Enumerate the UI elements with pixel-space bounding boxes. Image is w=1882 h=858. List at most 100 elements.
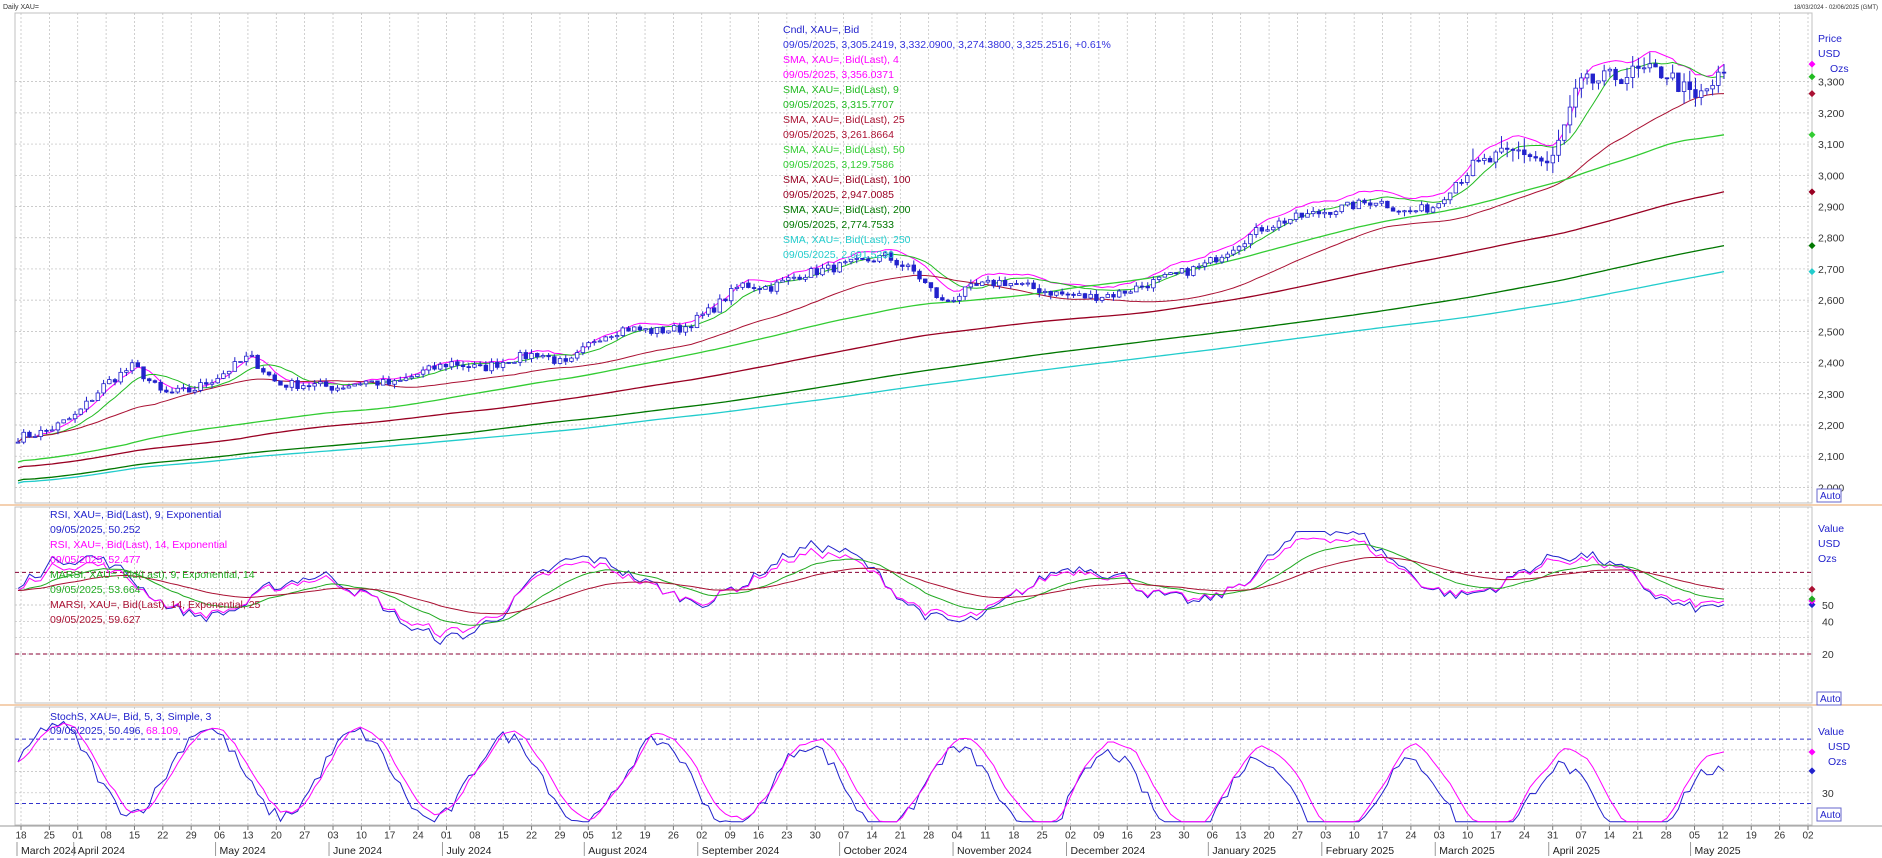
- candle-body: [1350, 201, 1356, 210]
- candle-body: [820, 267, 825, 276]
- candle-body: [1584, 73, 1590, 79]
- candle-body: [312, 383, 317, 387]
- x-tick-label: 24: [1405, 831, 1417, 842]
- candle-body: [746, 282, 751, 288]
- candle-body: [67, 418, 72, 421]
- price-auto-button[interactable]: Auto: [1816, 488, 1842, 503]
- candle-body: [1031, 282, 1036, 289]
- candle-body: [1693, 89, 1698, 98]
- candle-body: [1042, 290, 1048, 293]
- candle-body: [1567, 106, 1573, 126]
- candle-body: [1276, 220, 1282, 228]
- candle-body: [1156, 276, 1162, 280]
- candle-body: [1328, 211, 1333, 215]
- candle-body: [1293, 212, 1299, 220]
- candle-body: [1641, 67, 1647, 70]
- candle-body: [32, 436, 38, 438]
- candle-body: [244, 355, 249, 362]
- candle-body: [1122, 290, 1128, 294]
- candle-body: [1698, 90, 1704, 98]
- candle-body: [1054, 291, 1059, 296]
- x-tick-label: 01: [72, 831, 84, 842]
- rsi-axis-header: Value USD Ozs: [1818, 523, 1844, 565]
- candle-body: [911, 264, 916, 272]
- candle-body: [1436, 203, 1441, 209]
- candle-body: [934, 287, 939, 298]
- candle-body: [101, 383, 106, 394]
- candle-body: [1179, 268, 1185, 274]
- x-tick-label: 08: [469, 831, 481, 842]
- x-tick-label: 17: [1490, 831, 1502, 842]
- candle-body: [546, 355, 551, 358]
- chart-canvas[interactable]: Daily XAU= 18/03/2024 - 02/06/2025 (GMT)…: [0, 0, 1882, 858]
- x-tick-label: 03: [327, 831, 339, 842]
- x-tick-label: 25: [44, 831, 56, 842]
- candle-body: [683, 326, 688, 333]
- candle-body: [352, 383, 357, 387]
- candle-body: [592, 341, 597, 344]
- candle-body: [1419, 204, 1424, 212]
- x-tick-label: 18: [15, 831, 27, 842]
- candle-body: [523, 352, 529, 359]
- stoch-auto-button[interactable]: Auto: [1816, 807, 1842, 822]
- candle-body: [808, 268, 814, 278]
- x-tick-label: 29: [554, 831, 566, 842]
- x-month-label: March 2025: [1439, 845, 1495, 857]
- legend-title: SMA, XAU=, Bid(Last), 250: [783, 234, 911, 246]
- x-tick-label: 03: [1434, 831, 1446, 842]
- legend-title: MARSI, XAU=, Bid(Last), 14, Exponential,…: [50, 599, 261, 611]
- rsi-auto-button[interactable]: Auto: [1816, 691, 1842, 706]
- candle-body: [181, 387, 186, 390]
- candle-body: [1601, 70, 1607, 82]
- legend-title: StochS, XAU=, Bid, 5, 3, Simple, 3: [50, 711, 212, 723]
- x-month-label: September 2024: [702, 845, 780, 857]
- candle-body: [1407, 210, 1413, 213]
- candle-body: [1482, 157, 1487, 161]
- candle-body: [329, 385, 335, 391]
- candle-body: [768, 286, 774, 292]
- candle-body: [1305, 213, 1310, 218]
- x-tick-label: 03: [1320, 831, 1332, 842]
- candle-body: [323, 381, 329, 387]
- candle-body: [289, 380, 295, 388]
- candle-body: [968, 283, 974, 288]
- candle-body: [55, 422, 61, 431]
- x-tick-label: 22: [157, 831, 169, 842]
- candle-body: [557, 358, 563, 364]
- candle-body: [495, 361, 500, 368]
- candle-body: [1447, 192, 1453, 201]
- candle-body: [649, 328, 654, 334]
- candle-body: [472, 364, 477, 368]
- candle-body: [438, 363, 443, 370]
- axis-header-label: USD: [1828, 741, 1851, 753]
- candle-body: [460, 364, 466, 367]
- candle-body: [1619, 79, 1624, 85]
- candle-body: [1253, 227, 1259, 235]
- candle-body: [1385, 200, 1390, 209]
- price-panel[interactable]: [14, 12, 1813, 504]
- candle-body: [660, 327, 665, 334]
- stoch-panel[interactable]: [14, 706, 1813, 826]
- axis-header-label: USD: [1818, 538, 1841, 550]
- candle-body: [729, 288, 734, 302]
- candle-body: [204, 382, 209, 385]
- candle-body: [380, 379, 386, 386]
- candle-body: [711, 307, 717, 313]
- candle-body: [563, 358, 568, 362]
- candle-body: [375, 380, 380, 386]
- candle-body: [831, 264, 837, 273]
- x-tick-label: 18: [1008, 831, 1020, 842]
- candle-body: [917, 270, 922, 280]
- candle-body: [1288, 218, 1293, 224]
- candle-body: [894, 259, 899, 266]
- window-title: Daily XAU=: [3, 4, 39, 11]
- x-tick-label: 27: [299, 831, 311, 842]
- candle-body: [238, 361, 243, 363]
- date-range-label: 18/03/2024 - 02/06/2025 (GMT): [1794, 5, 1878, 11]
- x-month-label: June 2024: [333, 845, 382, 857]
- candle-body: [198, 382, 203, 391]
- auto-label: Auto: [1820, 491, 1841, 502]
- candle-body: [905, 264, 911, 267]
- candle-body: [1145, 285, 1150, 289]
- rsi-tick-label: 20: [1822, 649, 1834, 661]
